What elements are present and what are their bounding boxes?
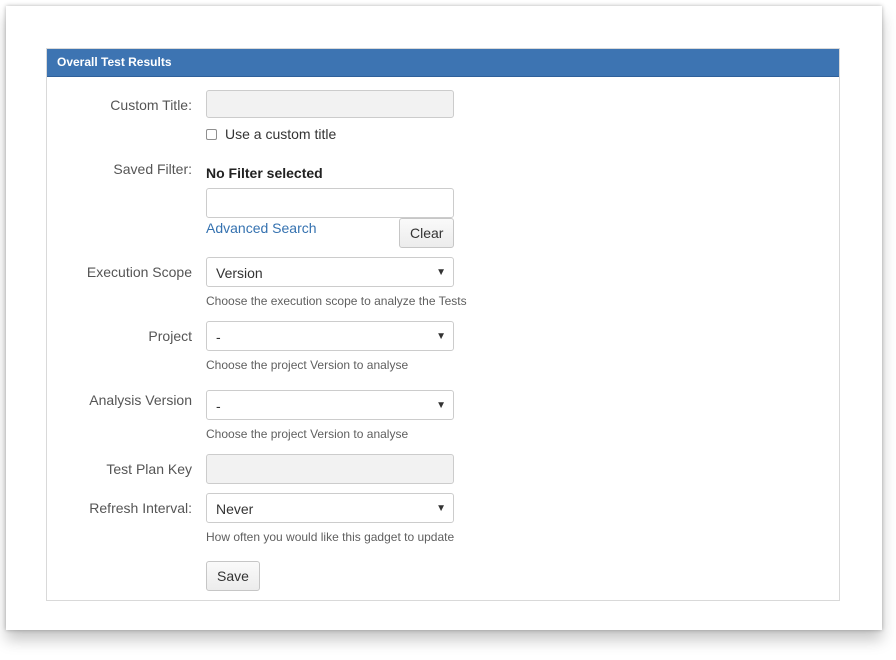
execution-scope-select[interactable]: Version ▼ [206,257,454,287]
advanced-search-link[interactable]: Advanced Search [206,220,317,236]
execution-scope-label: Execution Scope [86,264,192,280]
saved-filter-input[interactable] [206,188,454,218]
test-plan-key-label: Test Plan Key [106,461,192,477]
execution-scope-help: Choose the execution scope to analyze th… [206,294,467,308]
project-help: Choose the project Version to analyse [206,358,409,372]
project-value: - [216,329,221,345]
no-filter-selected-text: No Filter selected [206,165,323,181]
chevron-down-icon: ▼ [436,502,446,514]
refresh-interval-help: How often you would like this gadget to … [206,530,455,544]
custom-title-input[interactable] [206,90,454,118]
chevron-down-icon: ▼ [436,330,446,342]
analysis-version-help: Choose the project Version to analyse [206,427,409,441]
test-plan-key-input[interactable] [206,454,454,484]
saved-filter-label: Saved Filter: [113,161,192,177]
overall-test-results-panel: Overall Test Results Custom Title: Use a… [46,48,840,601]
chevron-down-icon: ▼ [436,399,446,411]
use-custom-title-label[interactable]: Use a custom title [225,126,336,142]
chevron-down-icon: ▼ [436,266,446,278]
refresh-interval-label: Refresh Interval: [89,500,192,516]
custom-title-label: Custom Title: [110,97,192,113]
panel-title: Overall Test Results [47,49,839,77]
project-select[interactable]: - ▼ [206,321,454,351]
analysis-version-value: - [216,398,221,414]
use-custom-title-row: Use a custom title [206,126,336,142]
refresh-interval-value: Never [216,501,254,517]
save-button[interactable]: Save [206,561,260,591]
clear-button[interactable]: Clear [399,218,454,248]
use-custom-title-checkbox[interactable] [206,128,217,140]
execution-scope-value: Version [216,265,263,281]
analysis-version-select[interactable]: - ▼ [206,390,454,420]
project-label: Project [148,328,192,344]
gadget-config-page: Overall Test Results Custom Title: Use a… [6,6,882,630]
analysis-version-label: Analysis Version [89,392,192,408]
refresh-interval-select[interactable]: Never ▼ [206,493,454,523]
